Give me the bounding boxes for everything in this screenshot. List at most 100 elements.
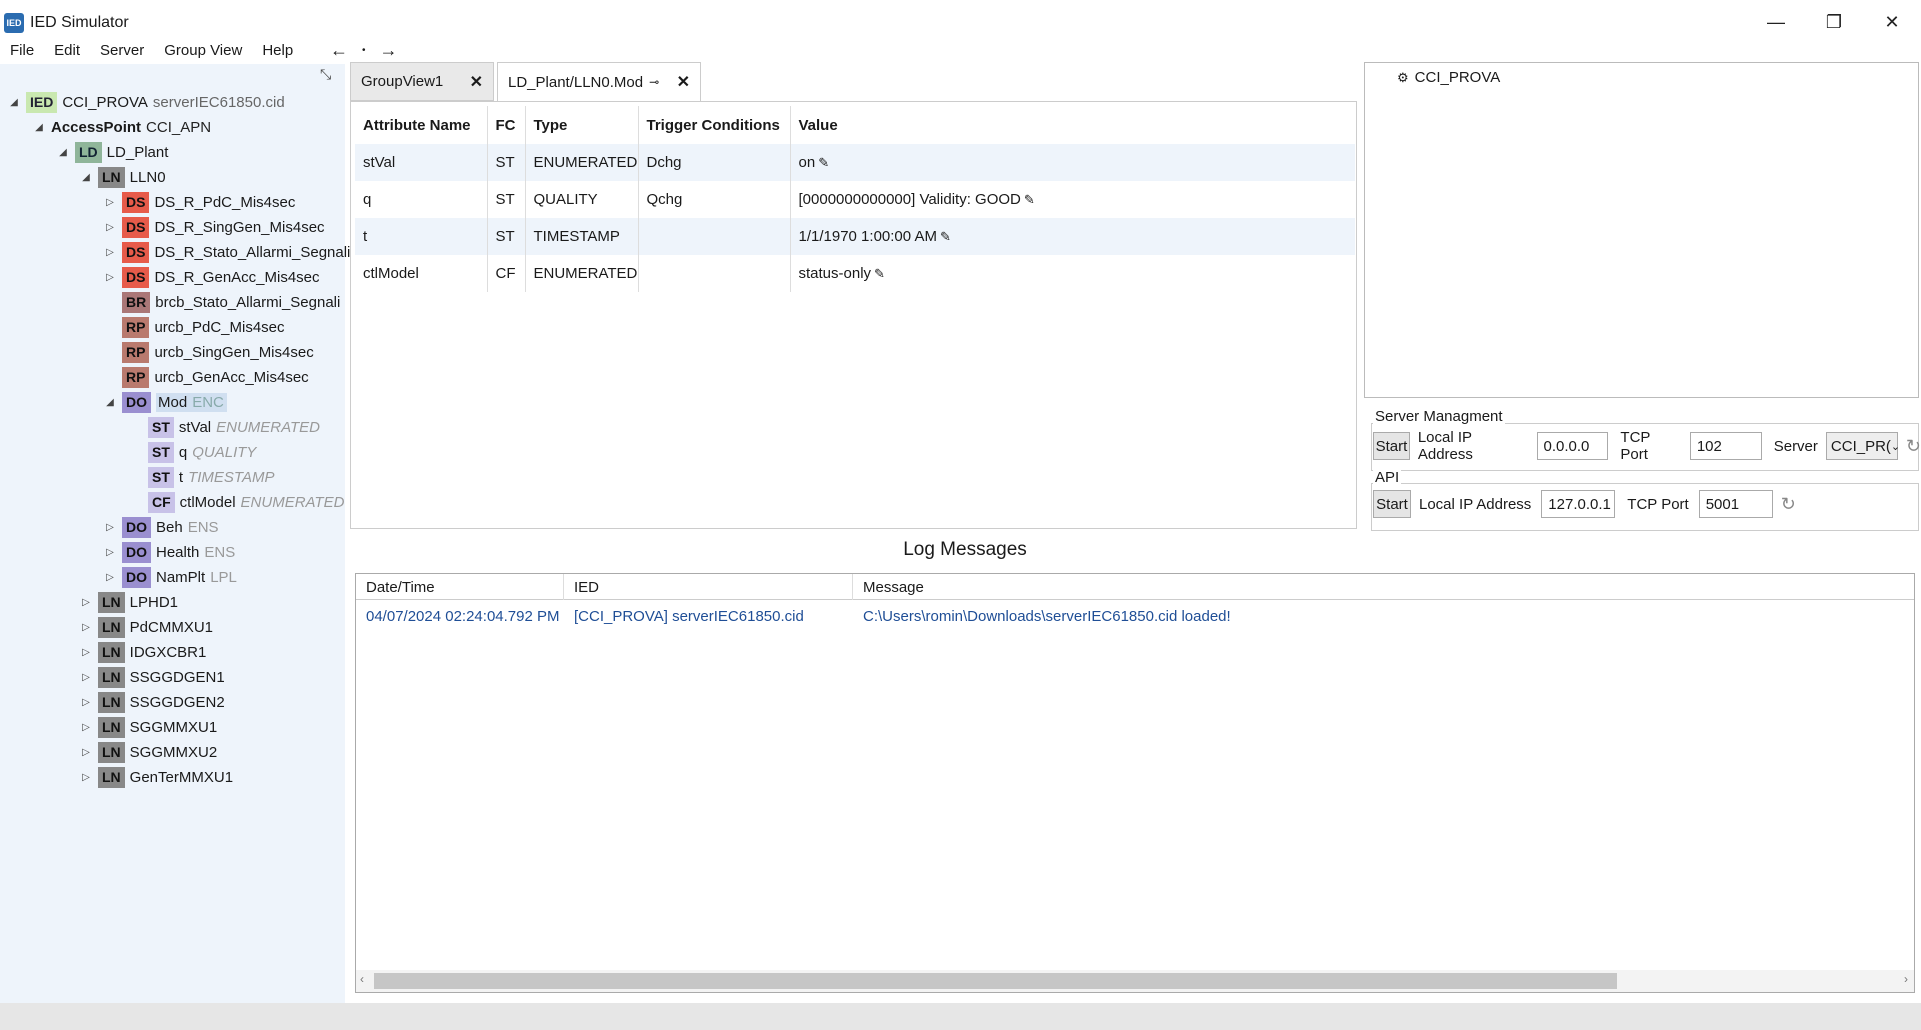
edit-pencil-icon[interactable]: ✎: [1024, 192, 1035, 207]
collapsed-icon[interactable]: ▷: [104, 272, 116, 283]
table-row[interactable]: stVal ST ENUMERATED Dchg on ✎: [355, 144, 1355, 181]
server-ip-input[interactable]: 0.0.0.0: [1536, 432, 1609, 460]
tree-node-br[interactable]: BR brcb_Stato_Allarmi_Segnali: [122, 290, 340, 314]
edit-pencil-icon[interactable]: ✎: [940, 229, 951, 244]
collapsed-icon[interactable]: ▷: [104, 247, 116, 258]
tree-node-accesspoint[interactable]: ◢ AccessPoint CCI_APN: [33, 115, 211, 139]
server-select[interactable]: CCI_PR( ⌄: [1825, 432, 1900, 460]
tree-node-ds[interactable]: ▷ DS DS_R_PdC_Mis4sec: [104, 190, 295, 214]
value-cell[interactable]: 1/1/1970 1:00:00 AM ✎: [790, 218, 1355, 255]
menu-file[interactable]: File: [0, 42, 44, 59]
collapsed-icon[interactable]: ▷: [104, 197, 116, 208]
tree-node-do-mod[interactable]: ◢ DO Mod ENC: [104, 390, 227, 414]
menu-server[interactable]: Server: [90, 42, 154, 59]
server-tree-item[interactable]: ⚙ CCI_PROVA: [1397, 69, 1500, 86]
collapsed-icon[interactable]: ▷: [80, 597, 92, 608]
do-type: ENS: [187, 518, 219, 536]
collapsed-icon[interactable]: ▷: [80, 747, 92, 758]
edit-pencil-icon[interactable]: ✎: [818, 155, 829, 170]
collapsed-icon[interactable]: ▷: [80, 647, 92, 658]
close-icon[interactable]: ✕: [1863, 0, 1921, 45]
tree-node-attr[interactable]: CF ctlModel ENUMERATED: [148, 490, 344, 514]
tree-node-ied[interactable]: ◢ IED CCI_PROVA serverIEC61850.cid: [8, 90, 285, 114]
tree-node-rp[interactable]: RP urcb_PdC_Mis4sec: [122, 315, 285, 339]
collapsed-icon[interactable]: ▷: [104, 572, 116, 583]
collapsed-icon[interactable]: ▷: [80, 672, 92, 683]
expanded-icon[interactable]: ◢: [104, 397, 116, 408]
tree-node-ds[interactable]: ▷ DS DS_R_SingGen_Mis4sec: [104, 215, 325, 239]
api-port-input[interactable]: 5001: [1698, 490, 1773, 518]
collapse-icon[interactable]: ⤡: [320, 66, 331, 83]
forward-arrow-icon[interactable]: →: [380, 40, 398, 61]
scroll-left-icon[interactable]: ‹: [360, 972, 364, 986]
table-row[interactable]: ctlModel CF ENUMERATED status-only ✎: [355, 255, 1355, 292]
tree-node-attr[interactable]: ST stVal ENUMERATED: [148, 415, 320, 439]
tree-node-rp[interactable]: RP urcb_GenAcc_Mis4sec: [122, 365, 309, 389]
column-header[interactable]: IED: [564, 574, 853, 600]
api-start-button[interactable]: Start: [1373, 490, 1411, 518]
value-cell[interactable]: on ✎: [790, 144, 1355, 181]
menu-help[interactable]: Help: [252, 42, 303, 59]
column-header[interactable]: Message: [853, 574, 1914, 600]
tree-node-ld[interactable]: ◢ LD LD_Plant: [57, 140, 168, 164]
tree-node-ln[interactable]: ▷ LN SSGGDGEN1: [80, 665, 225, 689]
server-port-input[interactable]: 102: [1689, 432, 1762, 460]
collapsed-icon[interactable]: ▷: [104, 522, 116, 533]
menu-edit[interactable]: Edit: [44, 42, 90, 59]
value-cell[interactable]: [0000000000000] Validity: GOOD ✎: [790, 181, 1355, 218]
expanded-icon[interactable]: ◢: [57, 147, 69, 158]
tree-node-ln[interactable]: ▷ LN PdCMMXU1: [80, 615, 213, 639]
tab-close-icon[interactable]: ✕: [470, 72, 483, 92]
back-arrow-icon[interactable]: ←: [330, 40, 348, 61]
tree-node-ln[interactable]: ▷ LN SSGGDGEN2: [80, 690, 225, 714]
menu-group-view[interactable]: Group View: [154, 42, 252, 59]
expanded-icon[interactable]: ◢: [33, 122, 45, 133]
column-header[interactable]: Trigger Conditions: [638, 106, 791, 144]
refresh-icon[interactable]: ↻: [1781, 494, 1796, 515]
server-start-button[interactable]: Start: [1373, 432, 1410, 460]
tab-groupview1[interactable]: GroupView1 ✕: [350, 62, 494, 101]
value-cell[interactable]: status-only ✎: [790, 255, 1355, 292]
scroll-right-icon[interactable]: ›: [1904, 972, 1908, 986]
tree-node-ds[interactable]: ▷ DS DS_R_Stato_Allarmi_Segnali: [104, 240, 350, 264]
collapsed-icon[interactable]: ▷: [80, 722, 92, 733]
table-row[interactable]: t ST TIMESTAMP 1/1/1970 1:00:00 AM ✎: [355, 218, 1355, 255]
tree-node-ln[interactable]: ▷ LN LPHD1: [80, 590, 178, 614]
collapsed-icon[interactable]: ▷: [80, 697, 92, 708]
column-header[interactable]: Value: [790, 106, 1355, 144]
minimize-icon[interactable]: —: [1747, 0, 1805, 45]
tree-node-do[interactable]: ▷ DO Health ENS: [104, 540, 235, 564]
collapsed-icon[interactable]: ▷: [104, 222, 116, 233]
tree-node-attr[interactable]: ST q QUALITY: [148, 440, 256, 464]
tree-node-ln[interactable]: ▷ LN SGGMMXU2: [80, 740, 217, 764]
restore-icon[interactable]: ❐: [1805, 0, 1863, 45]
tree-node-do[interactable]: ▷ DO Beh ENS: [104, 515, 219, 539]
tree-node-ln[interactable]: ▷ LN SGGMMXU1: [80, 715, 217, 739]
pin-icon[interactable]: ⊸: [649, 75, 659, 89]
column-header[interactable]: Attribute Name: [355, 106, 488, 144]
collapsed-icon[interactable]: ▷: [80, 622, 92, 633]
column-header[interactable]: Date/Time: [356, 574, 564, 600]
horizontal-scrollbar[interactable]: ‹ ›: [356, 970, 1914, 992]
column-header[interactable]: Type: [525, 106, 639, 144]
expanded-icon[interactable]: ◢: [80, 172, 92, 183]
tree-node-attr[interactable]: ST t TIMESTAMP: [148, 465, 274, 489]
expanded-icon[interactable]: ◢: [8, 97, 20, 108]
edit-pencil-icon[interactable]: ✎: [874, 266, 885, 281]
tree-node-do[interactable]: ▷ DO NamPlt LPL: [104, 565, 237, 589]
collapsed-icon[interactable]: ▷: [80, 772, 92, 783]
tab-lln0-mod[interactable]: LD_Plant/LLN0.Mod ⊸ ✕: [497, 62, 701, 101]
tree-node-rp[interactable]: RP urcb_SingGen_Mis4sec: [122, 340, 314, 364]
tree-node-ln[interactable]: ▷ LN IDGXCBR1: [80, 640, 206, 664]
tree-node-ln[interactable]: ▷ LN GenTerMMXU1: [80, 765, 233, 789]
api-ip-input[interactable]: 127.0.0.1: [1541, 490, 1616, 518]
tab-close-icon[interactable]: ✕: [677, 72, 690, 92]
column-header[interactable]: FC: [487, 106, 526, 144]
collapsed-icon[interactable]: ▷: [104, 547, 116, 558]
tree-node-ds[interactable]: ▷ DS DS_R_GenAcc_Mis4sec: [104, 265, 320, 289]
tree-node-lln0[interactable]: ◢ LN LLN0: [80, 165, 166, 189]
api-ip-label: Local IP Address: [1419, 495, 1532, 513]
scrollbar-thumb[interactable]: [374, 973, 1617, 989]
table-row[interactable]: q ST QUALITY Qchg [0000000000000] Validi…: [355, 181, 1355, 218]
refresh-icon[interactable]: ↻: [1906, 436, 1921, 457]
